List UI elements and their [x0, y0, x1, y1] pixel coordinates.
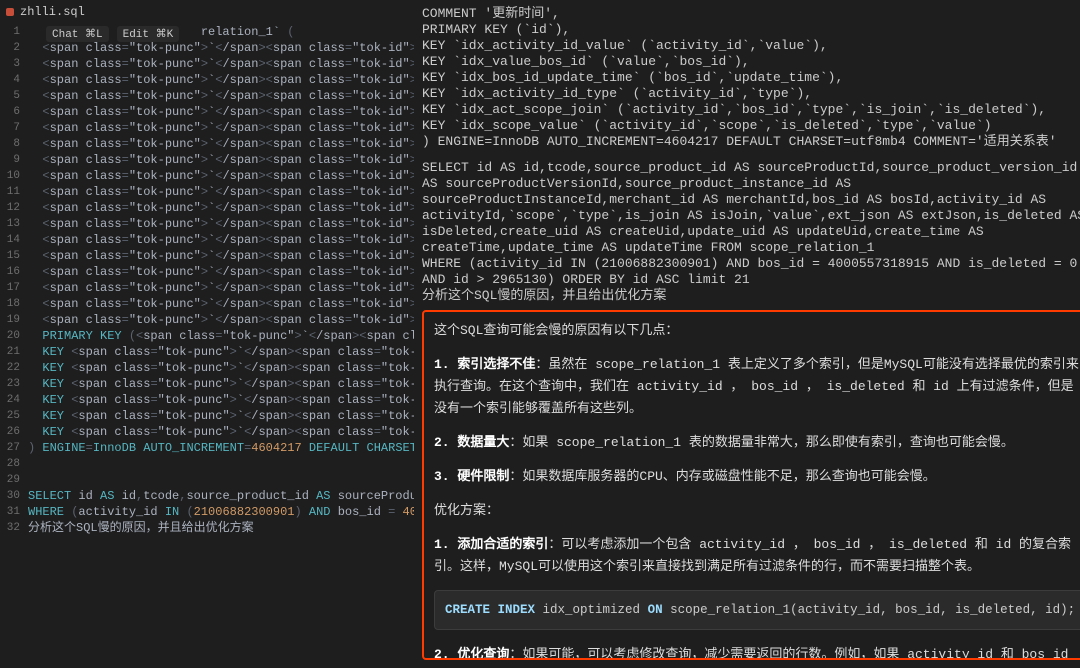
- line-number-gutter: 1234567891011121314151617181920212223242…: [0, 24, 28, 668]
- reason1-label: 1. 索引选择不佳: [434, 357, 535, 372]
- edit-hint[interactable]: Edit ⌘K: [117, 26, 180, 42]
- answer-reason-2: 2. 数据量大：如果 scope_relation_1 表的数据量非常大，那么即…: [434, 432, 1080, 454]
- index-name: idx_optimized: [543, 603, 641, 617]
- answer-reason-1: 1. 索引选择不佳：虽然在 scope_relation_1 表上定义了多个索引…: [434, 354, 1080, 420]
- opt2-body: ：如果可能，可以考虑修改查询，减少需要返回的行数。例如，如果 activity_…: [434, 647, 1068, 660]
- chat-panel: COMMENT '更新时间', PRIMARY KEY (`id`), KEY …: [414, 0, 1080, 668]
- floating-hints: Chat ⌘L Edit ⌘K: [46, 26, 179, 42]
- reason2-label: 2. 数据量大: [434, 435, 509, 450]
- answer-reason-3: 3. 硬件限制：如果数据库服务器的CPU、内存或磁盘性能不足，那么查询也可能会慢…: [434, 466, 1080, 488]
- kw-on: ON: [648, 603, 663, 617]
- code-area[interactable]: relation_1` ( <span class="tok-punc">`</…: [28, 24, 414, 668]
- answer-intro: 这个SQL查询可能会慢的原因有以下几点：: [434, 320, 1080, 342]
- panel-select-block: SELECT id AS id,tcode,source_product_id …: [422, 160, 1080, 304]
- index-rest: scope_relation_1(activity_id, bos_id, is…: [670, 603, 1075, 617]
- sql-file-icon: [6, 8, 14, 16]
- opt-2: 2. 优化查询：如果可能，可以考虑修改查询，减少需要返回的行数。例如，如果 ac…: [434, 644, 1080, 660]
- panel-sql-block: COMMENT '更新时间', PRIMARY KEY (`id`), KEY …: [422, 6, 1080, 150]
- reason3-label: 3. 硬件限制: [434, 469, 509, 484]
- chat-hint[interactable]: Chat ⌘L: [46, 26, 109, 42]
- reason2-body: ：如果 scope_relation_1 表的数据量非常大，那么即使有索引，查询…: [509, 435, 1013, 450]
- reason3-body: ：如果数据库服务器的CPU、内存或磁盘性能不足，那么查询也可能会慢。: [509, 469, 935, 484]
- opt1-label: 1. 添加合适的索引: [434, 537, 548, 552]
- opt-1: 1. 添加合适的索引：可以考虑添加一个包含 activity_id ， bos_…: [434, 534, 1080, 578]
- answer-box: 这个SQL查询可能会慢的原因有以下几点： 1. 索引选择不佳：虽然在 scope…: [422, 310, 1080, 660]
- kw-create-index: CREATE INDEX: [445, 603, 535, 617]
- suggested-index-code[interactable]: CREATE INDEX idx_optimized ON scope_rela…: [434, 590, 1080, 630]
- editor-pane: zhlli.sql Chat ⌘L Edit ⌘K 12345678910111…: [0, 0, 414, 668]
- tab-bar: zhlli.sql: [0, 0, 414, 24]
- opt2-label: 2. 优化查询: [434, 647, 509, 660]
- opt-title: 优化方案：: [434, 500, 1080, 522]
- tab-filename[interactable]: zhlli.sql: [20, 5, 85, 19]
- editor-body[interactable]: Chat ⌘L Edit ⌘K 123456789101112131415161…: [0, 24, 414, 668]
